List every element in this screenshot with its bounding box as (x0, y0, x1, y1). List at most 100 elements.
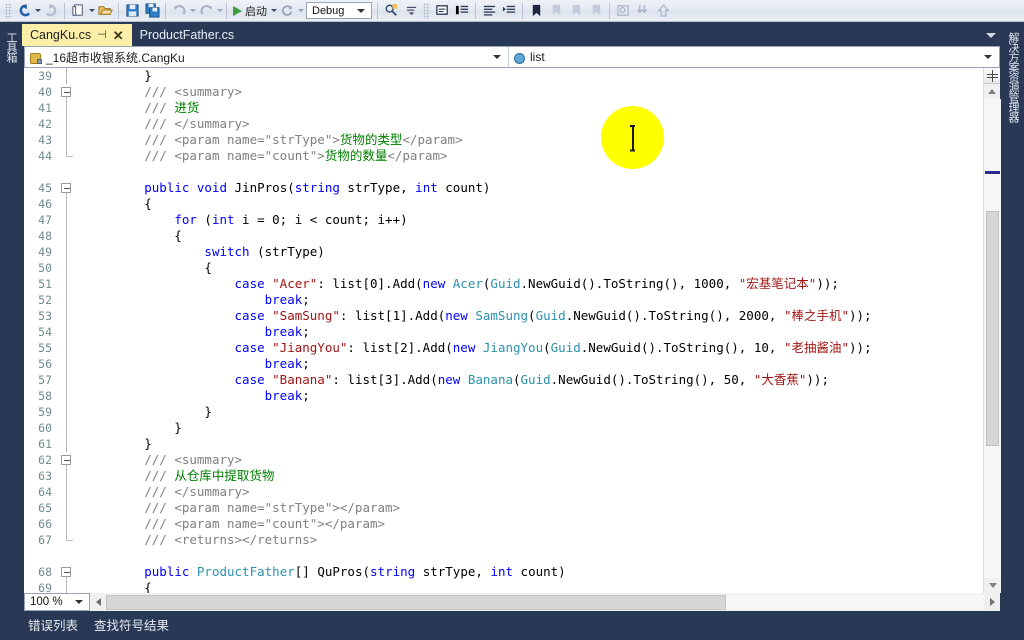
fold-margin[interactable] (58, 292, 76, 308)
fold-margin[interactable] (58, 548, 76, 564)
solution-configuration-select[interactable]: Debug (306, 2, 372, 19)
scroll-up-button[interactable] (984, 84, 1000, 99)
code-line[interactable]: 53 case "SamSung": list[1].Add(new SamSu… (24, 308, 983, 324)
scroll-thumb[interactable] (986, 211, 999, 446)
scroll-right-button[interactable] (984, 594, 1000, 611)
close-icon[interactable]: ✕ (113, 29, 124, 42)
code-surface[interactable]: 39 } 40 /// <summary> 41 /// 进货 42 /// </su… (24, 68, 983, 593)
code-line[interactable]: 42 /// </summary> (24, 116, 983, 132)
code-line[interactable]: 45 public void JinPros(string strType, i… (24, 180, 983, 196)
fold-margin[interactable] (58, 580, 76, 593)
fold-margin[interactable] (58, 148, 76, 164)
code-line[interactable]: 41 /// 进货 (24, 100, 983, 116)
undo-button[interactable] (169, 1, 189, 21)
fold-margin[interactable] (58, 356, 76, 372)
tab-find-symbol-results[interactable]: 查找符号结果 (90, 613, 174, 640)
fold-margin[interactable] (58, 84, 76, 100)
type-dropdown[interactable]: _16超市收银系统.CangKu (25, 47, 509, 67)
fold-margin[interactable] (58, 164, 76, 180)
code-line[interactable]: 48 { (24, 228, 983, 244)
start-debug-button[interactable]: 启动 (230, 3, 270, 19)
code-line[interactable]: 51 case "Acer": list[0].Add(new Acer(Gui… (24, 276, 983, 292)
next-bookmark-button[interactable] (566, 1, 586, 21)
code-line[interactable]: 43 /// <param name="strType">货物的类型</para… (24, 132, 983, 148)
code-line[interactable]: 49 switch (strType) (24, 244, 983, 260)
save-button[interactable] (122, 1, 142, 21)
new-item-button[interactable] (68, 1, 88, 21)
collapse-toggle-icon[interactable] (61, 455, 71, 465)
clear-bookmarks-button[interactable] (586, 1, 606, 21)
comment-selection-button[interactable] (432, 1, 452, 21)
fold-margin[interactable] (58, 116, 76, 132)
code-line[interactable]: 58 break; (24, 388, 983, 404)
code-line[interactable]: 52 break; (24, 292, 983, 308)
uncomment-selection-button[interactable] (452, 1, 472, 21)
open-file-button[interactable] (95, 1, 115, 21)
fold-margin[interactable] (58, 276, 76, 292)
code-line[interactable]: 39 } (24, 68, 983, 84)
code-line[interactable] (24, 548, 983, 564)
toolbar-grip[interactable] (423, 2, 430, 19)
code-line[interactable]: 40 /// <summary> (24, 84, 983, 100)
fold-margin[interactable] (58, 244, 76, 260)
fold-margin[interactable] (58, 324, 76, 340)
fold-margin[interactable] (58, 228, 76, 244)
code-line[interactable]: 59 } (24, 404, 983, 420)
code-line[interactable]: 44 /// <param name="count">货物的数量</param> (24, 148, 983, 164)
toolbar-grip[interactable] (5, 2, 12, 19)
navigate-back-button[interactable] (14, 1, 34, 21)
fold-margin[interactable] (58, 436, 76, 452)
pin-icon[interactable]: ⊣ (97, 29, 107, 41)
fold-margin[interactable] (58, 484, 76, 500)
code-line[interactable]: 66 /// <param name="count"></param> (24, 516, 983, 532)
fold-margin[interactable] (58, 180, 76, 196)
fold-margin[interactable] (58, 532, 76, 548)
scroll-down-button[interactable] (984, 578, 1001, 593)
move-up-button[interactable] (653, 1, 673, 21)
fold-margin[interactable] (58, 100, 76, 116)
code-line[interactable]: 69 { (24, 580, 983, 593)
fold-margin[interactable] (58, 132, 76, 148)
fold-margin[interactable] (58, 388, 76, 404)
fold-margin[interactable] (58, 340, 76, 356)
code-line[interactable]: 55 case "JiangYou": list[2].Add(new Jian… (24, 340, 983, 356)
fold-margin[interactable] (58, 68, 76, 84)
navigate-forward-button[interactable] (41, 1, 61, 21)
code-line[interactable]: 54 break; (24, 324, 983, 340)
hscroll-track[interactable] (106, 594, 984, 610)
code-line[interactable]: 63 /// 从仓库中提取货物 (24, 468, 983, 484)
scroll-left-button[interactable] (90, 594, 106, 611)
fold-margin[interactable] (58, 372, 76, 388)
tab-cangku-cs[interactable]: CangKu.cs ⊣ ✕ (22, 24, 132, 46)
zoom-level-select[interactable]: 100 % (24, 593, 90, 611)
code-line[interactable]: 68 public ProductFather[] QuPros(string … (24, 564, 983, 580)
code-line[interactable]: 65 /// <param name="strType"></param> (24, 500, 983, 516)
fold-margin[interactable] (58, 212, 76, 228)
fold-margin[interactable] (58, 420, 76, 436)
editor-vertical-scrollbar[interactable] (983, 68, 1001, 593)
collapse-toggle-icon[interactable] (61, 183, 71, 193)
fold-margin[interactable] (58, 260, 76, 276)
code-line[interactable]: 62 /// <summary> (24, 452, 983, 468)
split-view-handle[interactable] (984, 68, 1000, 84)
code-line[interactable]: 57 case "Banana": list[3].Add(new Banana… (24, 372, 983, 388)
quick-find-button[interactable] (381, 1, 401, 21)
fold-margin[interactable] (58, 452, 76, 468)
fold-margin[interactable] (58, 516, 76, 532)
increase-indent-button[interactable] (499, 1, 519, 21)
code-line[interactable]: 67 /// <returns></returns> (24, 532, 983, 548)
toggle-bookmark-button[interactable] (526, 1, 546, 21)
collapse-toggle-icon[interactable] (61, 567, 71, 577)
quick-find-dropdown[interactable] (401, 1, 421, 21)
fold-margin[interactable] (58, 196, 76, 212)
redo-caret-icon[interactable] (217, 9, 223, 12)
tab-error-list[interactable]: 错误列表 (24, 613, 83, 640)
decrease-indent-button[interactable] (479, 1, 499, 21)
editor-horizontal-scrollbar[interactable] (90, 593, 1000, 611)
previous-bookmark-button[interactable] (546, 1, 566, 21)
solution-explorer-dock-tab[interactable]: 解决方案资源管理器 (1002, 26, 1024, 128)
code-line[interactable]: 46 { (24, 196, 983, 212)
restart-caret-icon[interactable] (298, 9, 304, 12)
code-line[interactable]: 61 } (24, 436, 983, 452)
restart-button[interactable] (277, 1, 297, 21)
